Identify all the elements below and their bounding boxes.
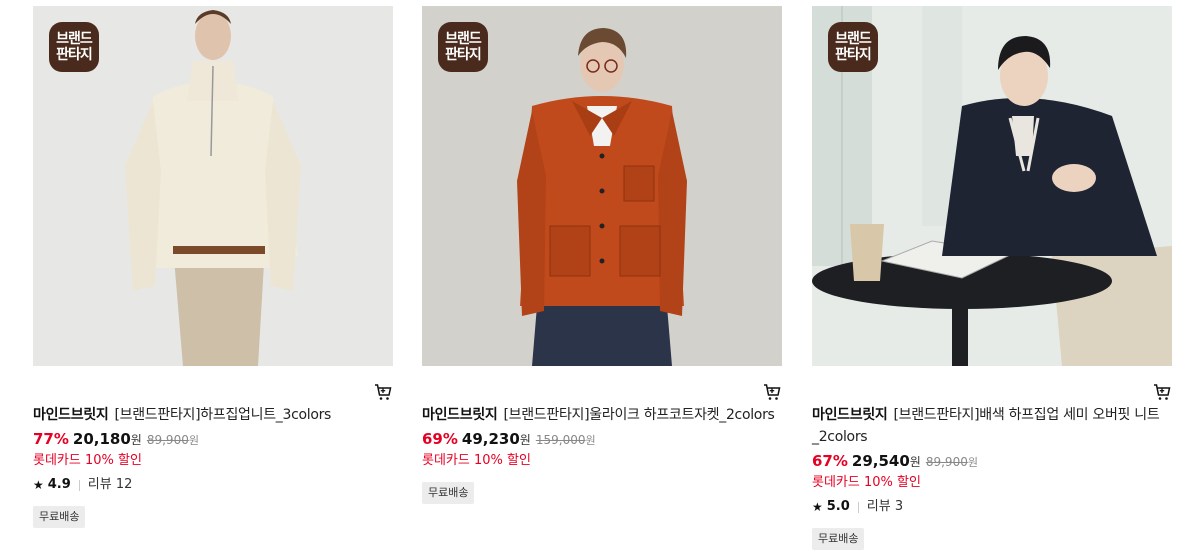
badge-line-2: 판타지 [835,47,872,63]
brand-fantasy-badge: 브랜드 판타지 [438,22,488,72]
cart-icon[interactable] [373,382,393,402]
original-price: 89,900 [925,455,968,469]
cart-icon[interactable] [1152,382,1172,402]
cart-row [33,366,393,404]
product-brand: 마인드브릿지 [33,407,109,423]
free-shipping-tag: 무료배송 [812,528,865,550]
review-count: 리뷰 12 [87,477,133,492]
badge-line-1: 브랜드 [56,31,93,47]
card-promo: 롯데카드 10% 할인 [812,475,921,490]
original-currency-label: 원 [967,456,978,469]
product-image[interactable]: 브랜드 판타지 [422,6,782,366]
badge-line-1: 브랜드 [835,31,872,47]
currency-label: 원 [519,433,531,447]
discount-rate: 69% [422,430,458,448]
product-name: [브랜드판타지]울라이크 하프코트자켓_2colors [503,407,775,423]
free-shipping-tag: 무료배송 [422,482,475,504]
sale-price: 49,230 [461,430,520,448]
currency-label: 원 [909,455,921,469]
card-promo: 롯데카드 10% 할인 [33,453,142,468]
divider [78,479,80,491]
product-brand: 마인드브릿지 [422,407,498,423]
original-price: 89,900 [146,433,189,447]
card-promo: 롯데카드 10% 할인 [422,453,531,468]
review-row: ★ 5.0 리뷰 3 [812,498,1172,516]
free-shipping-tag: 무료배송 [33,506,86,528]
review-row: ★ 4.9 리뷰 12 [33,476,393,494]
star-icon: ★ [812,500,823,514]
product-grid: 브랜드 판타지 마인드브릿지 [브랜드판타지]하프집업니트_3colors 77%… [0,0,1189,556]
divider [857,501,859,513]
rating-score: 5.0 [826,499,850,514]
badge-line-1: 브랜드 [445,31,482,47]
sale-price: 20,180 [72,430,131,448]
product-title[interactable]: 마인드브릿지 [브랜드판타지]울라이크 하프코트자켓_2colors [422,404,782,426]
product-brand: 마인드브릿지 [812,407,888,423]
cart-row [422,366,782,404]
discount-rate: 67% [812,452,848,470]
badge-line-2: 판타지 [56,47,93,63]
star-icon: ★ [33,478,44,492]
product-card[interactable]: 브랜드 판타지 마인드브릿지 [브랜드판타지]하프집업니트_3colors 77%… [33,6,393,528]
product-image[interactable]: 브랜드 판타지 [812,6,1172,366]
original-currency-label: 원 [188,434,199,447]
price-row: 77% 20,180원 89,900원 [33,428,393,452]
price-row: 67% 29,540원 89,900원 [812,450,1172,474]
currency-label: 원 [130,433,142,447]
review-count: 리뷰 3 [866,499,904,514]
rating-score: 4.9 [47,477,71,492]
discount-rate: 77% [33,430,69,448]
original-price: 159,000 [535,433,586,447]
original-currency-label: 원 [585,434,596,447]
product-card[interactable]: 브랜드 판타지 마인드브릿지 [브랜드판타지]울라이크 하프코트자켓_2color… [422,6,782,504]
price-row: 69% 49,230원 159,000원 [422,428,782,452]
product-name: [브랜드판타지]하프집업니트_3colors [114,407,332,423]
badge-line-2: 판타지 [445,47,482,63]
product-title[interactable]: 마인드브릿지 [브랜드판타지]배색 하프집업 세미 오버핏 니트_2colors [812,404,1172,448]
cart-row [812,366,1172,404]
brand-fantasy-badge: 브랜드 판타지 [828,22,878,72]
sale-price: 29,540 [851,452,910,470]
brand-fantasy-badge: 브랜드 판타지 [49,22,99,72]
product-image[interactable]: 브랜드 판타지 [33,6,393,366]
product-title[interactable]: 마인드브릿지 [브랜드판타지]하프집업니트_3colors [33,404,393,426]
product-card[interactable]: 브랜드 판타지 마인드브릿지 [브랜드판타지]배색 하프집업 세미 오버핏 니트_… [812,6,1172,550]
cart-icon[interactable] [762,382,782,402]
